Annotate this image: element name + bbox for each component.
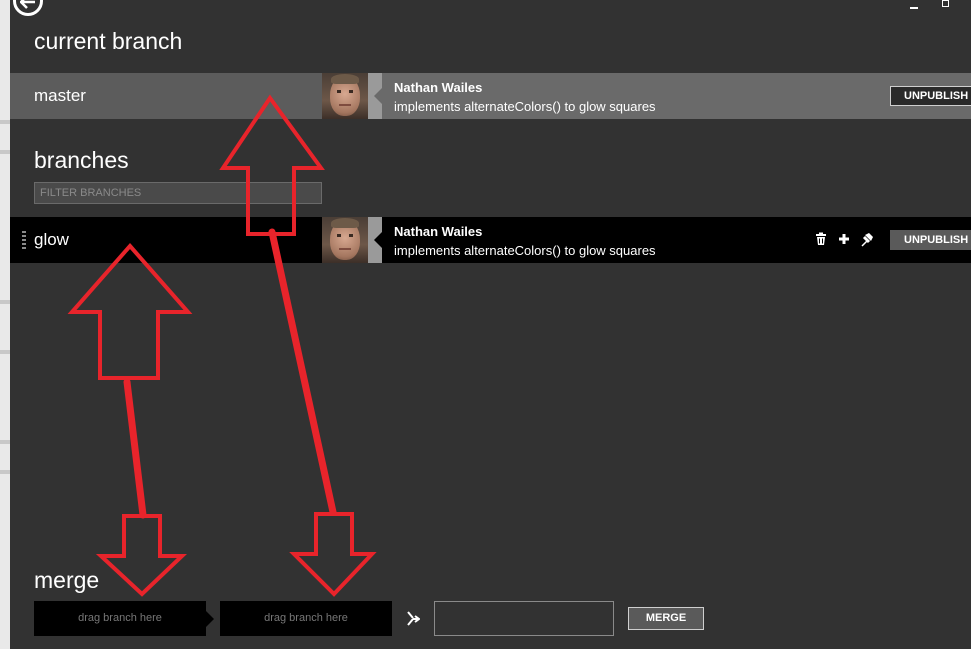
current-branch-commit: Nathan Wailes implements alternateColors… <box>382 73 971 119</box>
commit-pointer <box>368 217 382 263</box>
annotation-link-line-left <box>123 378 147 519</box>
annotation-down-arrow-left <box>95 514 188 597</box>
branches-heading: branches <box>34 147 129 173</box>
back-arrow-icon[interactable] <box>13 0 43 16</box>
background-window-edge <box>0 0 10 649</box>
trash-icon[interactable] <box>814 232 828 246</box>
commit-message: implements alternateColors() to glow squ… <box>394 243 656 258</box>
commit-pointer <box>368 73 382 119</box>
commit-author: Nathan Wailes <box>394 80 483 95</box>
current-branch-row[interactable]: master Nathan Wailes implements alternat… <box>10 73 971 119</box>
drag-handle-icon[interactable] <box>22 231 26 251</box>
merge-result-field[interactable] <box>434 601 614 636</box>
commit-author: Nathan Wailes <box>394 224 483 239</box>
merge-button[interactable]: MERGE <box>628 607 704 630</box>
author-avatar <box>322 73 368 119</box>
annotation-link-line-right <box>268 228 337 516</box>
current-branch-heading: current branch <box>34 28 183 54</box>
commit-message: implements alternateColors() to glow squ… <box>394 99 656 114</box>
branch-commit: Nathan Wailes implements alternateColors… <box>382 217 971 263</box>
merge-arrow-icon <box>406 609 421 634</box>
unpublish-button[interactable]: UNPUBLISH <box>890 230 971 250</box>
minimize-icon[interactable] <box>909 0 919 10</box>
merge-heading: merge <box>34 567 100 593</box>
annotation-down-arrow-right <box>289 512 377 597</box>
merge-source-drop-zone[interactable]: drag branch here <box>34 601 214 636</box>
merge-target-drop-zone[interactable]: drag branch here <box>220 601 392 636</box>
current-branch-name: master <box>34 86 86 105</box>
branch-row-glow[interactable]: glow Nathan Wailes implements alternateC… <box>10 217 971 263</box>
branch-name: glow <box>34 230 69 249</box>
branch-name-cell[interactable]: glow <box>10 217 322 263</box>
current-branch-name-cell[interactable]: master <box>10 73 322 119</box>
pin-icon[interactable] <box>860 232 874 247</box>
author-avatar <box>322 217 368 263</box>
unpublish-button[interactable]: UNPUBLISH <box>890 86 971 106</box>
plus-icon[interactable] <box>837 232 851 246</box>
maximize-icon[interactable] <box>941 0 951 10</box>
filter-branches-input[interactable] <box>34 182 322 204</box>
annotation-up-arrow-glow <box>67 242 193 380</box>
